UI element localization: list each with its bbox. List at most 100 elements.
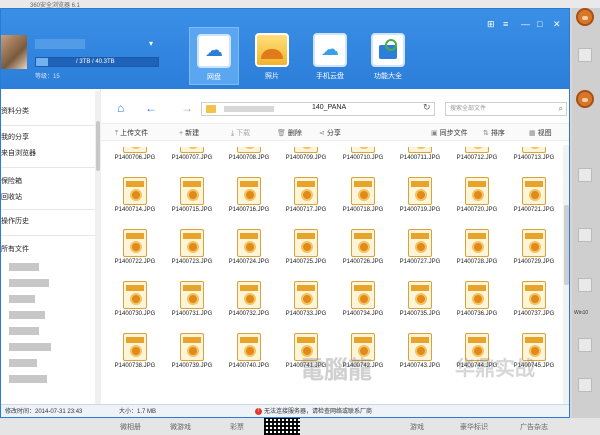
forward-icon[interactable]: → xyxy=(181,101,193,115)
sidebar-folder[interactable] xyxy=(9,327,39,335)
file-item[interactable]: P1400739.JPG xyxy=(168,333,216,391)
sidebar-folder[interactable] xyxy=(9,279,49,287)
folder-icon xyxy=(206,105,216,113)
download-button[interactable]: ⤓ 下载 xyxy=(231,128,250,138)
phone-cloud-icon xyxy=(313,33,347,67)
file-item[interactable]: P1400736.JPG xyxy=(453,281,501,339)
file-item[interactable]: P1400740.JPG xyxy=(225,333,273,391)
sidebar: 资料分类 我的分享 来自浏览器 保险箱 回收站 操作历史 所有文件 xyxy=(1,89,101,417)
footer-link[interactable]: 游戏 xyxy=(410,422,424,432)
sidebar-folder[interactable] xyxy=(9,263,39,271)
upload-button[interactable]: ⤒ 上传文件 xyxy=(115,128,148,138)
file-name: P1400735.JPG xyxy=(399,311,441,317)
view-button[interactable]: ▦ 视图 xyxy=(529,128,552,138)
file-name: P1400737.JPG xyxy=(513,311,555,317)
skin-icon[interactable]: ⊞ xyxy=(487,19,495,30)
file-scrollbar[interactable] xyxy=(563,145,569,407)
file-name: P1400732.JPG xyxy=(228,311,270,317)
footer-link[interactable]: 广告杂志 xyxy=(520,422,548,432)
sidebar-item-safe-box[interactable]: 保险箱 xyxy=(1,175,97,189)
file-item[interactable]: P1400715.JPG xyxy=(168,177,216,235)
sidebar-folder[interactable] xyxy=(9,375,47,383)
user-menu-arrow-icon[interactable]: ▾ xyxy=(149,39,153,48)
nav-toolbox[interactable]: 功能大全 xyxy=(363,27,413,85)
file-item[interactable]: P1400737.JPG xyxy=(510,281,558,339)
file-name: P1400708.JPG xyxy=(228,155,270,161)
jpg-file-icon xyxy=(180,333,204,361)
desktop-icon[interactable] xyxy=(578,338,592,352)
file-item[interactable]: P1400721.JPG xyxy=(510,177,558,235)
refresh-icon[interactable]: ↻ xyxy=(423,102,431,113)
sidebar-item-all-files[interactable]: 所有文件 xyxy=(1,243,97,257)
path-crumb[interactable]: 140_PANA xyxy=(312,104,346,111)
file-item[interactable]: P1400729.JPG xyxy=(510,229,558,287)
file-item[interactable]: P1400735.JPG xyxy=(396,281,444,339)
file-item[interactable]: P1400726.JPG xyxy=(339,229,387,287)
file-item[interactable]: P1400714.JPG xyxy=(111,177,159,235)
file-item[interactable]: P1400730.JPG xyxy=(111,281,159,339)
sidebar-item-recycle-bin[interactable]: 回收站 xyxy=(1,191,97,205)
new-button[interactable]: + 新建 xyxy=(179,128,199,138)
maximize-icon[interactable]: □ xyxy=(537,19,542,29)
file-item[interactable]: P1400716.JPG xyxy=(225,177,273,235)
footer-link[interactable]: 微游戏 xyxy=(170,422,191,432)
file-item[interactable]: P1400720.JPG xyxy=(453,177,501,235)
footer-link[interactable]: 彩票 xyxy=(230,422,244,432)
file-item[interactable]: P1400722.JPG xyxy=(111,229,159,287)
file-item[interactable]: P1400738.JPG xyxy=(111,333,159,391)
sidebar-item-from-browser[interactable]: 来自浏览器 xyxy=(1,147,97,161)
menu-icon[interactable]: ≡ xyxy=(503,19,508,29)
file-item[interactable]: P1400743.JPG xyxy=(396,333,444,391)
sort-button[interactable]: ⇅ 排序 xyxy=(483,128,505,138)
search-input[interactable]: 搜索全部文件 ⌕ xyxy=(445,102,567,116)
desktop-icon[interactable] xyxy=(578,168,592,182)
minimize-icon[interactable]: — xyxy=(521,19,530,29)
nav-cloud-disk[interactable]: 网盘 xyxy=(189,27,239,85)
file-item[interactable]: P1400719.JPG xyxy=(396,177,444,235)
desktop-icon[interactable] xyxy=(578,48,592,62)
back-icon[interactable]: ← xyxy=(145,101,157,115)
file-name: P1400722.JPG xyxy=(114,259,156,265)
jpg-file-icon xyxy=(123,147,147,153)
footer-link[interactable]: 豪华标识 xyxy=(460,422,488,432)
file-name: P1400720.JPG xyxy=(456,207,498,213)
sidebar-item-my-shares[interactable]: 我的分享 xyxy=(1,131,97,145)
bear-icon[interactable] xyxy=(576,8,594,26)
file-item[interactable]: P1400731.JPG xyxy=(168,281,216,339)
file-name: P1400734.JPG xyxy=(342,311,384,317)
desktop-icon[interactable] xyxy=(578,378,592,392)
home-icon[interactable]: ⌂ xyxy=(117,101,124,115)
sidebar-folder[interactable] xyxy=(9,359,37,367)
nav-phone-cloud[interactable]: 手机云盘 xyxy=(305,27,355,85)
desktop-icon[interactable] xyxy=(578,228,592,242)
sidebar-folder[interactable] xyxy=(9,311,45,319)
file-item[interactable]: P1400724.JPG xyxy=(225,229,273,287)
sidebar-item-history[interactable]: 操作历史 xyxy=(1,215,97,229)
file-item[interactable]: P1400718.JPG xyxy=(339,177,387,235)
bear-icon[interactable] xyxy=(576,90,594,108)
file-item[interactable]: P1400727.JPG xyxy=(396,229,444,287)
file-item[interactable]: P1400734.JPG xyxy=(339,281,387,339)
sidebar-folder[interactable] xyxy=(9,343,51,351)
file-item[interactable]: P1400723.JPG xyxy=(168,229,216,287)
delete-button[interactable]: 🗑 删除 xyxy=(277,128,302,138)
sidebar-item-categories[interactable]: 资料分类 xyxy=(1,105,97,119)
photo-icon xyxy=(255,33,289,67)
file-item[interactable]: P1400725.JPG xyxy=(282,229,330,287)
file-item[interactable]: P1400733.JPG xyxy=(282,281,330,339)
close-icon[interactable]: ✕ xyxy=(553,19,561,30)
sync-button[interactable]: ▣ 同步文件 xyxy=(431,128,468,138)
search-icon[interactable]: ⌕ xyxy=(559,103,563,115)
nav-photos[interactable]: 照片 xyxy=(247,27,297,85)
file-name: P1400714.JPG xyxy=(114,207,156,213)
share-button[interactable]: ⋖ 分享 xyxy=(319,128,341,138)
sidebar-folder[interactable] xyxy=(9,295,35,303)
file-item[interactable]: P1400732.JPG xyxy=(225,281,273,339)
file-item[interactable]: P1400728.JPG xyxy=(453,229,501,287)
file-item[interactable]: P1400717.JPG xyxy=(282,177,330,235)
jpg-file-icon xyxy=(522,281,546,309)
path-box[interactable]: 140_PANA xyxy=(201,102,435,116)
footer-link[interactable]: 微相册 xyxy=(120,422,141,432)
avatar[interactable] xyxy=(1,35,27,69)
desktop-icon[interactable] xyxy=(578,278,592,292)
